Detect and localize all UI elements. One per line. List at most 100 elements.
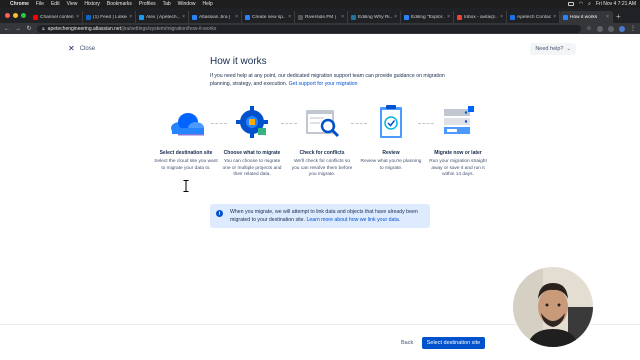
step-review: Review Review what you're planning to mi… bbox=[355, 104, 427, 172]
browser-tab[interactable]: How it works × bbox=[560, 11, 613, 23]
gear-puzzle-icon bbox=[232, 104, 272, 140]
tab-favicon-icon bbox=[563, 14, 568, 20]
tab-close-icon[interactable]: × bbox=[129, 14, 132, 20]
step-title: Check for conflicts bbox=[299, 150, 345, 156]
window-controls bbox=[5, 13, 26, 18]
select-destination-button[interactable]: Select destination site bbox=[422, 337, 485, 349]
menu-file[interactable]: File bbox=[36, 1, 44, 7]
search-icon[interactable]: ⌕ bbox=[588, 1, 591, 7]
menu-history[interactable]: History bbox=[84, 1, 100, 7]
tab-close-icon[interactable]: × bbox=[606, 14, 609, 20]
url-host: apetechengineering.atlassian.net bbox=[47, 25, 122, 32]
menu-bookmarks[interactable]: Bookmarks bbox=[107, 1, 132, 7]
server-stack-icon bbox=[438, 104, 478, 140]
close-icon: ✕ bbox=[68, 44, 75, 53]
support-link[interactable]: Get support for your migration bbox=[289, 81, 358, 87]
clipboard-check-icon bbox=[371, 104, 411, 140]
browser-tab[interactable]: Inbox - avita@... × bbox=[454, 11, 507, 23]
info-text: When you migrate, we will attempt to lin… bbox=[230, 209, 424, 224]
tab-favicon-icon bbox=[298, 14, 303, 20]
tab-close-icon[interactable]: × bbox=[341, 14, 344, 20]
minimize-window-icon[interactable] bbox=[13, 13, 18, 18]
tab-close-icon[interactable]: × bbox=[235, 14, 238, 20]
chevron-down-icon: ⌄ bbox=[566, 46, 571, 52]
tab-close-icon[interactable]: × bbox=[182, 14, 185, 20]
profile-avatar[interactable] bbox=[619, 25, 625, 32]
step-title: Review bbox=[382, 150, 400, 156]
need-help-label: Need help? bbox=[535, 46, 564, 52]
browser-tab[interactable]: Riverside.FM | × bbox=[295, 11, 348, 23]
browser-tab[interactable]: Create new sp... × bbox=[242, 11, 295, 23]
macos-menubar: Chrome File Edit View History Bookmarks … bbox=[0, 0, 640, 8]
step-migrate: Migrate now or later Run your migration … bbox=[422, 104, 494, 179]
browser-tab[interactable]: Editing "Explor... × bbox=[401, 11, 454, 23]
battery-icon[interactable] bbox=[567, 2, 574, 6]
magnifier-screen-icon bbox=[302, 104, 342, 140]
info-banner: i When you migrate, we will attempt to l… bbox=[210, 204, 430, 228]
menu-view[interactable]: View bbox=[67, 1, 78, 7]
menu-help[interactable]: Help bbox=[202, 1, 212, 7]
browser-tab[interactable]: Channel content × bbox=[30, 11, 83, 23]
step-description: Select the cloud site you want to migrat… bbox=[154, 159, 218, 171]
webcam-overlay bbox=[513, 267, 593, 347]
tab-label: Editing Why Ri... bbox=[358, 14, 393, 20]
browser-tab[interactable]: Atlassian Jira | × bbox=[189, 11, 242, 23]
close-button[interactable]: ✕ Close bbox=[68, 44, 95, 53]
address-bar[interactable]: 🔒︎ apetechengineering.atlassian.net/jira… bbox=[37, 24, 581, 33]
more-menu-icon[interactable]: ⋮ bbox=[630, 25, 636, 32]
tab-favicon-icon bbox=[245, 14, 250, 20]
new-tab-icon[interactable]: + bbox=[616, 11, 621, 23]
extension-icon[interactable] bbox=[608, 25, 614, 32]
menubar-clock[interactable]: Fri Nov 4 7:21 AM bbox=[596, 1, 636, 7]
tab-close-icon[interactable]: × bbox=[500, 14, 503, 20]
step-description: We'll check for conflicts so you can res… bbox=[291, 159, 353, 177]
browser-toolbar: ← → ↻ 🔒︎ apetechengineering.atlassian.ne… bbox=[0, 23, 640, 34]
step-description: Run your migration straight away or save… bbox=[429, 159, 487, 177]
tab-favicon-icon bbox=[510, 14, 515, 20]
need-help-button[interactable]: Need help? ⌄ bbox=[530, 43, 576, 55]
zoom-window-icon[interactable] bbox=[21, 13, 26, 18]
presenter-avatar bbox=[513, 267, 593, 347]
learn-more-link[interactable]: Learn more about how we link your data. bbox=[306, 217, 400, 223]
bookmark-star-icon[interactable]: ☆ bbox=[586, 25, 592, 32]
menu-edit[interactable]: Edit bbox=[51, 1, 60, 7]
lock-icon[interactable]: 🔒︎ bbox=[42, 26, 45, 32]
tab-close-icon[interactable]: × bbox=[553, 14, 556, 20]
forward-arrow-icon[interactable]: → bbox=[15, 26, 21, 32]
tab-label: (1) Feed | Linked bbox=[93, 14, 128, 20]
tab-favicon-icon bbox=[192, 14, 197, 20]
browser-tab[interactable]: (1) Feed | Linked × bbox=[83, 11, 136, 23]
back-arrow-icon[interactable]: ← bbox=[4, 26, 10, 32]
menu-profiles[interactable]: Profiles bbox=[139, 1, 156, 7]
tab-favicon-icon bbox=[33, 14, 38, 20]
tab-close-icon[interactable]: × bbox=[394, 14, 397, 20]
close-window-icon[interactable] bbox=[5, 13, 10, 18]
close-label: Close bbox=[79, 45, 96, 52]
browser-tab[interactable]: Alex | Apetech... × bbox=[136, 11, 189, 23]
reload-icon[interactable]: ↻ bbox=[26, 25, 32, 32]
back-button[interactable]: Back bbox=[397, 337, 417, 349]
browser-tab[interactable]: Editing Why Ri... × bbox=[348, 11, 401, 23]
cloud-icon bbox=[166, 104, 206, 140]
step-choose-what: Choose what to migrate You can choose to… bbox=[216, 104, 288, 179]
text-cursor-icon bbox=[183, 180, 189, 192]
extension-icon[interactable] bbox=[597, 25, 603, 32]
step-description: Review what you're planning to migrate. bbox=[360, 159, 422, 171]
wifi-icon[interactable]: ◠ bbox=[579, 1, 583, 7]
tab-label: Apetech Contact bbox=[517, 14, 552, 20]
browser-tab[interactable]: Apetech Contact × bbox=[507, 11, 560, 23]
app-menu[interactable]: Chrome bbox=[10, 1, 29, 7]
info-icon: i bbox=[216, 210, 223, 217]
tab-label: Editing "Explor... bbox=[411, 14, 446, 20]
tab-close-icon[interactable]: × bbox=[76, 14, 79, 20]
tab-close-icon[interactable]: × bbox=[288, 14, 291, 20]
tab-close-icon[interactable]: × bbox=[447, 14, 450, 20]
menu-window[interactable]: Window bbox=[178, 1, 196, 7]
tab-favicon-icon bbox=[351, 14, 356, 20]
step-title: Select destination site bbox=[159, 150, 213, 156]
tab-label: Channel content bbox=[40, 14, 75, 20]
menu-tab[interactable]: Tab bbox=[163, 1, 171, 7]
url-path: /jira/settings/system/migration/how-it-w… bbox=[121, 25, 217, 32]
tab-label: Atlassian Jira | bbox=[199, 14, 231, 20]
tab-favicon-icon bbox=[404, 14, 409, 20]
